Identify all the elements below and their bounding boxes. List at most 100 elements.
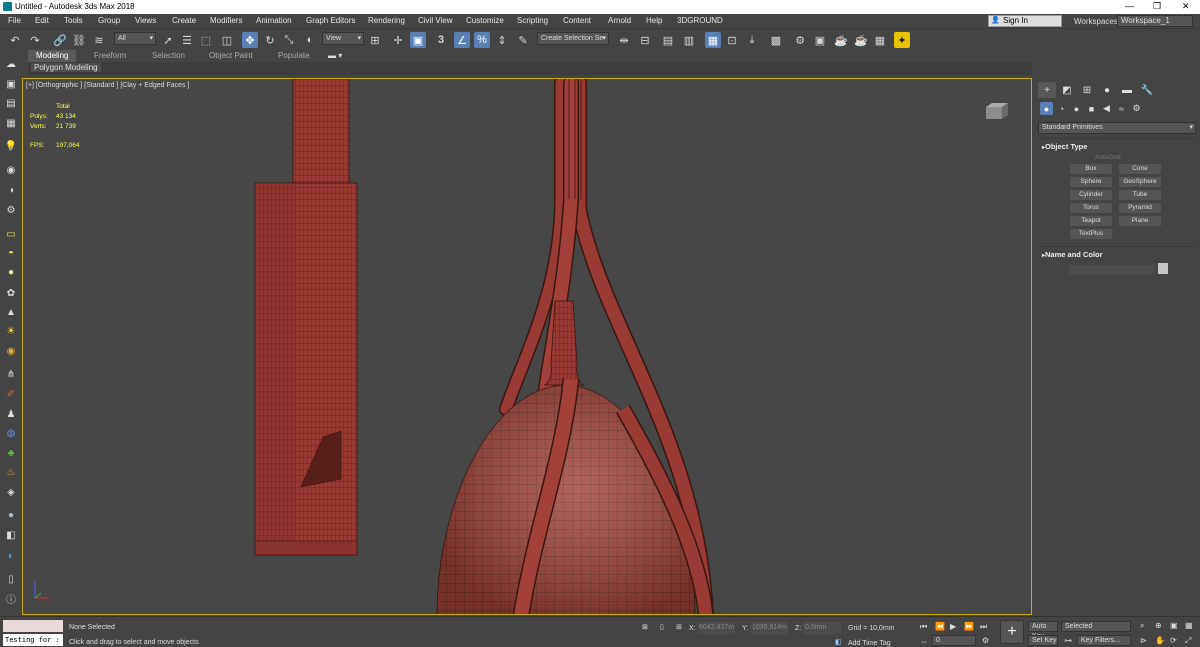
- box-button[interactable]: Box: [1070, 164, 1112, 174]
- zoom-extents-icon[interactable]: ▣: [1170, 621, 1178, 630]
- maximize-viewport-icon[interactable]: ⤢: [1185, 636, 1191, 646]
- tab-object-paint[interactable]: Object Paint: [209, 50, 253, 62]
- menu-group[interactable]: Group: [98, 16, 120, 25]
- cone-icon[interactable]: ▲: [4, 306, 18, 319]
- curve-editor-icon[interactable]: ⊡: [724, 32, 740, 48]
- dome-icon[interactable]: ◓: [4, 247, 18, 260]
- menu-help[interactable]: Help: [646, 16, 662, 25]
- modify-tab-icon[interactable]: ◩: [1058, 82, 1076, 98]
- unlink-icon[interactable]: ⛓: [71, 32, 87, 48]
- torus-button[interactable]: Torus: [1070, 203, 1112, 213]
- menu-customize[interactable]: Customize: [466, 16, 504, 25]
- menu-animation[interactable]: Animation: [256, 16, 292, 25]
- select-by-name-icon[interactable]: ☰: [179, 32, 195, 48]
- rect-region-icon[interactable]: ⬚: [198, 32, 214, 48]
- grass-icon[interactable]: ⋔: [4, 368, 18, 381]
- play-icon[interactable]: ▶: [950, 622, 956, 631]
- select-object-icon[interactable]: ➚: [160, 32, 176, 48]
- mirror-icon[interactable]: ⇹: [616, 32, 632, 48]
- menu-civil-view[interactable]: Civil View: [418, 16, 453, 25]
- manipulate-icon[interactable]: ✛: [390, 32, 406, 48]
- menu-graph-editors[interactable]: Graph Editors: [306, 16, 355, 25]
- geosphere-button[interactable]: GeoSphere: [1119, 177, 1161, 187]
- material-editor-icon[interactable]: ▩: [768, 32, 784, 48]
- maxscript-input[interactable]: Testing for :: [3, 634, 63, 646]
- align-icon[interactable]: ⊟: [637, 32, 653, 48]
- object-name-field[interactable]: [1069, 265, 1155, 274]
- pyramid-button[interactable]: Pyramid: [1119, 203, 1161, 213]
- menu-views[interactable]: Views: [135, 16, 156, 25]
- globe-icon[interactable]: ◍: [4, 427, 18, 440]
- tab-modeling[interactable]: Modeling: [28, 50, 77, 62]
- autogrid-checkbox[interactable]: AutoGrid: [1095, 154, 1121, 161]
- cameras-icon[interactable]: ■: [1085, 102, 1098, 115]
- key-filter-icon[interactable]: ⊶: [1064, 636, 1072, 645]
- add-time-tag[interactable]: Add Time Tag: [848, 640, 891, 647]
- lights-icon[interactable]: ●: [1070, 102, 1083, 115]
- minimize-button[interactable]: —: [1125, 1, 1134, 11]
- key-mode-icon[interactable]: ▣: [410, 32, 426, 48]
- document-icon[interactable]: ▤: [4, 97, 18, 110]
- primitive-type-select[interactable]: Standard Primitives: [1038, 122, 1196, 134]
- menu-arnold[interactable]: Arnold: [608, 16, 631, 25]
- polygon-modeling-panel[interactable]: Polygon Modeling: [31, 63, 101, 72]
- schematic-view-icon[interactable]: ⤓: [744, 32, 760, 48]
- figure-icon[interactable]: ♟: [4, 408, 18, 421]
- hierarchy-tab-icon[interactable]: ⊞: [1078, 82, 1096, 98]
- system-icon[interactable]: ⚙: [4, 204, 18, 217]
- tube-button[interactable]: Tube: [1119, 190, 1161, 200]
- z-coordinate-field[interactable]: 0,0mm: [803, 622, 841, 634]
- percent-snap-icon[interactable]: %: [474, 32, 490, 48]
- current-frame-field[interactable]: 0: [932, 635, 976, 646]
- next-frame-icon[interactable]: ⏩: [964, 622, 974, 631]
- teapot-button[interactable]: Teapot: [1070, 216, 1112, 226]
- save-icon[interactable]: ▣: [4, 78, 18, 91]
- orbit-icon[interactable]: ⟳: [1170, 636, 1177, 645]
- cone-button[interactable]: Cone: [1119, 164, 1161, 174]
- tab-populate[interactable]: Populate: [278, 50, 310, 62]
- select-move-icon[interactable]: ✥: [242, 32, 258, 48]
- spinner-snap-icon[interactable]: ⇕: [494, 32, 510, 48]
- viewport-orthographic[interactable]: [+] [Orthographic ] [Standard ] [Clay + …: [22, 78, 1032, 615]
- undo-icon[interactable]: ↶: [7, 32, 23, 48]
- menu-tools[interactable]: Tools: [64, 16, 83, 25]
- spacewarps-icon[interactable]: ≈: [1115, 102, 1128, 115]
- close-button[interactable]: ✕: [1182, 1, 1190, 12]
- systems-icon[interactable]: ⚙: [1130, 102, 1143, 115]
- zoom-all-icon[interactable]: ⊕: [1155, 621, 1162, 630]
- key-filter-select[interactable]: Selected: [1061, 621, 1131, 632]
- menu-edit[interactable]: Edit: [35, 16, 49, 25]
- pan-icon[interactable]: ✋: [1155, 636, 1165, 645]
- goto-start-icon[interactable]: ⏮: [920, 622, 927, 632]
- named-selection-select[interactable]: Create Selection Se: [537, 32, 609, 45]
- cube-icon[interactable]: ◧: [4, 529, 18, 542]
- time-config-icon[interactable]: ⚙: [982, 636, 989, 645]
- tree-icon[interactable]: ♣: [4, 447, 18, 460]
- sign-in-button[interactable]: Sign In: [988, 15, 1062, 27]
- left-mesh-object[interactable]: [254, 79, 358, 556]
- redo-icon[interactable]: ↷: [27, 32, 43, 48]
- sphere-button[interactable]: Sphere: [1070, 177, 1112, 187]
- object-type-title[interactable]: Object Type: [1042, 142, 1087, 151]
- window-crossing-icon[interactable]: ◫: [219, 32, 235, 48]
- object-color-swatch[interactable]: [1158, 263, 1168, 274]
- menu-rendering[interactable]: Rendering: [368, 16, 405, 25]
- x-coordinate-field[interactable]: 6042,437m: [697, 622, 735, 634]
- place-icon[interactable]: ◐: [302, 32, 318, 48]
- maxscript-listener[interactable]: [3, 620, 63, 632]
- render-setup-icon[interactable]: ⚙: [792, 32, 808, 48]
- disc-icon[interactable]: ◉: [4, 345, 18, 358]
- camera-icon[interactable]: ◉: [4, 164, 18, 177]
- zoom-extents-all-icon[interactable]: ▦: [1185, 621, 1193, 630]
- ref-coord-select[interactable]: View: [322, 32, 364, 45]
- rendered-frame-icon[interactable]: ▣: [812, 32, 828, 48]
- sphere-light-icon[interactable]: ●: [4, 266, 18, 279]
- geometry-icon[interactable]: ●: [1040, 102, 1053, 115]
- goto-end-icon[interactable]: ⏭: [980, 622, 987, 632]
- toggle-layer-explorer-icon[interactable]: ▥: [681, 32, 697, 48]
- selection-filter-select[interactable]: All: [114, 32, 156, 45]
- flower-icon[interactable]: ✿: [4, 287, 18, 300]
- render-cloud-icon[interactable]: ▦: [872, 32, 888, 48]
- edit-named-sel-icon[interactable]: ✎: [515, 32, 531, 48]
- menu-modifiers[interactable]: Modifiers: [210, 16, 242, 25]
